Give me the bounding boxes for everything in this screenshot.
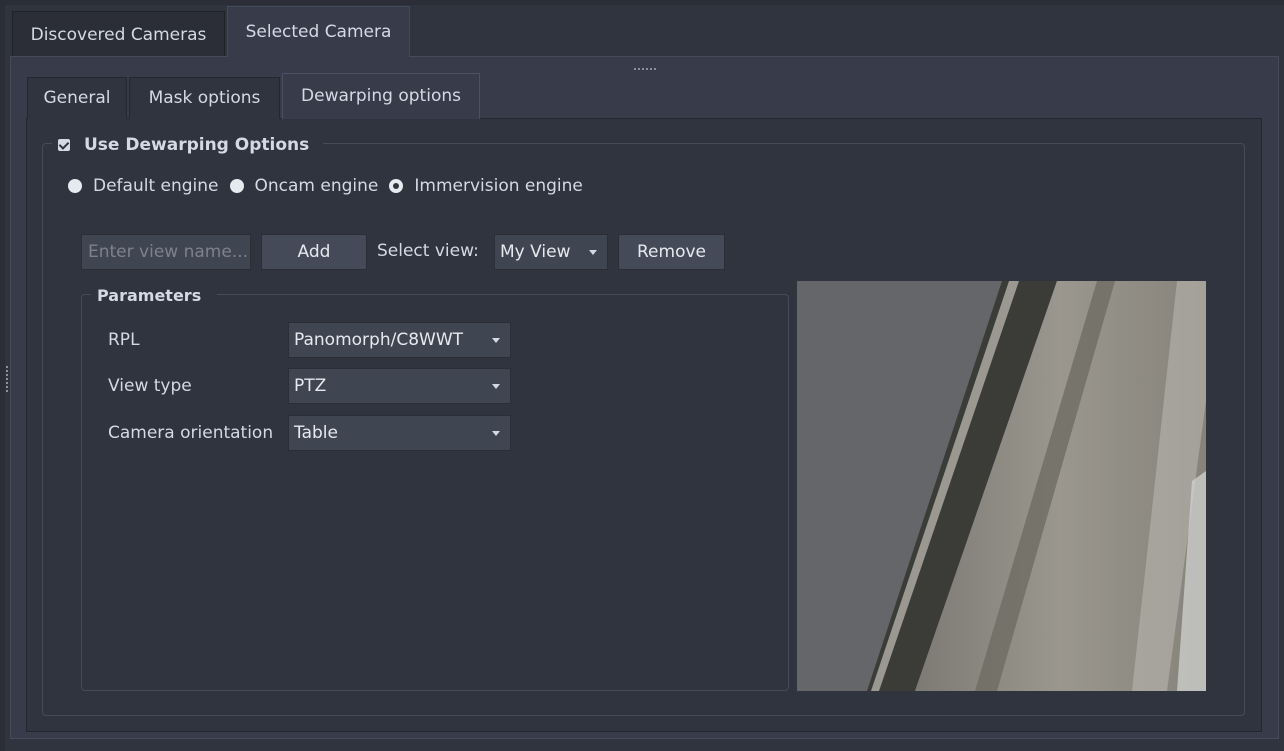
tab-general[interactable]: General: [27, 77, 127, 119]
chevron-down-icon: [589, 250, 597, 255]
add-view-button[interactable]: Add: [261, 234, 367, 270]
tab-discovered-cameras[interactable]: Discovered Cameras: [12, 11, 225, 57]
window-top-edge: [0, 0, 1284, 5]
radio-oncam-engine[interactable]: Oncam engine: [229, 176, 379, 196]
camera-feed-image: [797, 281, 1206, 691]
tab-mask-options[interactable]: Mask options: [129, 77, 280, 119]
rpl-label: RPL: [108, 330, 140, 350]
parameters-title: Parameters: [91, 284, 218, 308]
radio-immervision-engine[interactable]: Immervision engine: [389, 176, 583, 196]
camera-orientation-label: Camera orientation: [108, 423, 274, 443]
remove-view-button[interactable]: Remove: [618, 234, 725, 270]
radio-default-engine[interactable]: Default engine: [68, 176, 219, 196]
radio-circle-selected[interactable]: [389, 179, 404, 193]
rpl-dropdown[interactable]: Panomorph/C8WWT: [288, 322, 511, 358]
use-dewarping-label: Use Dewarping Options: [84, 135, 310, 155]
radio-label: Oncam engine: [254, 176, 379, 196]
camera-orientation-value: Table: [294, 423, 338, 443]
use-dewarping-checkbox-row[interactable]: Use Dewarping Options: [52, 132, 324, 158]
use-dewarping-checkbox[interactable]: [58, 139, 70, 151]
splitter-handle-top[interactable]: [634, 68, 656, 70]
chevron-down-icon: [492, 338, 500, 343]
tab-dewarping-options[interactable]: Dewarping options: [282, 73, 480, 119]
radio-label: Default engine: [93, 176, 219, 196]
dewarped-camera-preview[interactable]: [797, 281, 1206, 691]
splitter-handle[interactable]: [6, 366, 8, 394]
view-name-input[interactable]: Enter view name...: [81, 234, 251, 270]
radio-label: Immervision engine: [414, 176, 583, 196]
tab-selected-camera[interactable]: Selected Camera: [227, 6, 410, 57]
chevron-down-icon: [492, 384, 500, 389]
select-view-dropdown[interactable]: My View: [494, 234, 608, 270]
view-type-value: PTZ: [294, 376, 327, 396]
engine-radio-group: Default engine Oncam engine Immervision …: [68, 173, 594, 199]
selected-view-value: My View: [500, 242, 571, 262]
camera-orientation-dropdown[interactable]: Table: [288, 415, 511, 451]
select-view-label: Select view:: [377, 241, 479, 261]
radio-circle[interactable]: [229, 179, 244, 193]
chevron-down-icon: [492, 431, 500, 436]
view-type-dropdown[interactable]: PTZ: [288, 368, 511, 404]
window-left-edge: [0, 0, 5, 751]
view-type-label: View type: [108, 376, 192, 396]
rpl-value: Panomorph/C8WWT: [294, 330, 464, 350]
radio-circle[interactable]: [68, 179, 82, 193]
